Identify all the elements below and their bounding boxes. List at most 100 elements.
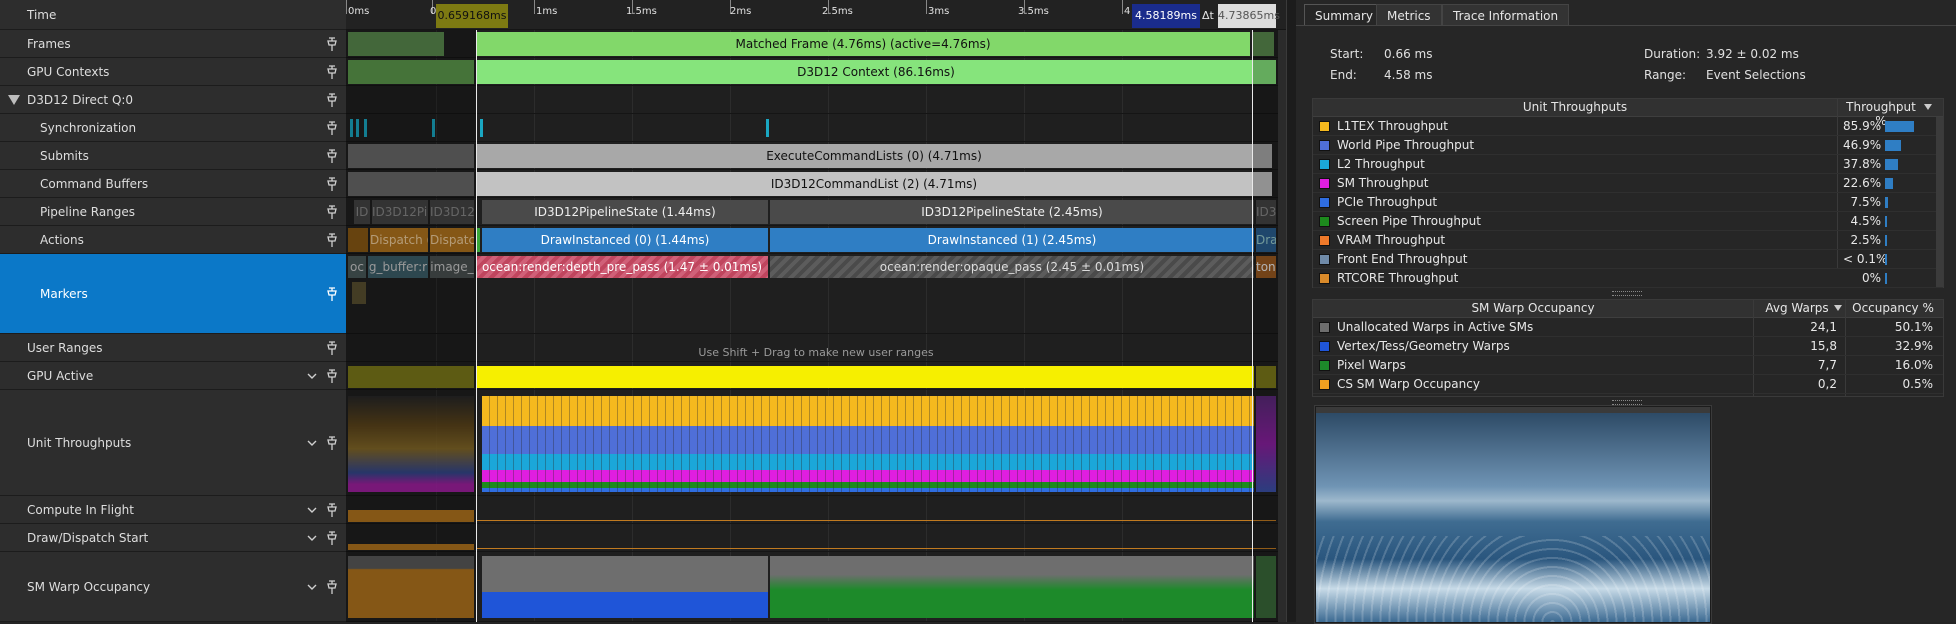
table-row[interactable]: L2 Throughput 37.8%: [1313, 155, 1943, 174]
depth-pre-pass-marker[interactable]: ocean:render:depth_pre_pass (1.47 ± 0.01…: [476, 256, 768, 278]
track-unit-throughputs[interactable]: Unit Throughputs: [0, 390, 346, 496]
d3d12-context-bar[interactable]: D3D12 Context (86.16ms): [476, 60, 1276, 84]
chevron-down-icon[interactable]: [306, 370, 318, 382]
table-row[interactable]: RTCORE Throughput 0%: [1313, 269, 1943, 288]
table-row[interactable]: Front End Throughput < 0.1%: [1313, 250, 1943, 269]
gpu-active-row: [346, 362, 1286, 390]
unit-name: World Pipe Throughput: [1337, 138, 1475, 152]
column-header-unit[interactable]: Unit Throughputs: [1313, 100, 1837, 114]
sort-down-icon[interactable]: [1923, 103, 1933, 111]
table-header: SM Warp Occupancy Avg Warps Occupancy %: [1313, 300, 1943, 318]
table-scrollbar[interactable]: [1936, 117, 1943, 287]
track-submits[interactable]: Submits: [0, 142, 346, 170]
pin-icon[interactable]: [326, 177, 338, 191]
pipeline-state-bar-1[interactable]: ID3D12PipelineState (1.44ms): [482, 200, 768, 224]
unit-throughputs-graph: [346, 390, 1286, 496]
unit-name: Screen Pipe Throughput: [1337, 214, 1481, 228]
track-gpu-contexts[interactable]: GPU Contexts: [0, 58, 346, 86]
pipeline-state-bar-2[interactable]: ID3D12PipelineState (2.45ms): [770, 200, 1254, 224]
pin-icon[interactable]: [326, 37, 338, 51]
pin-icon[interactable]: [326, 341, 338, 355]
throughput-value: 22.6%: [1843, 176, 1882, 190]
execute-command-lists-bar[interactable]: ExecuteCommandLists (0) (4.71ms): [476, 144, 1272, 168]
color-swatch: [1319, 235, 1330, 246]
track-actions[interactable]: Actions: [0, 226, 346, 254]
pin-icon[interactable]: [326, 149, 338, 163]
chevron-down-icon[interactable]: [306, 532, 318, 544]
warp-area-depth: [482, 556, 768, 618]
tick-label: 4: [1124, 6, 1131, 17]
selection-end-marker[interactable]: 4.58189ms: [1132, 4, 1200, 28]
tab-trace-information[interactable]: Trace Information: [1442, 4, 1570, 26]
command-list-bar[interactable]: ID3D12CommandList (2) (4.71ms): [476, 172, 1272, 196]
sort-down-icon[interactable]: [1833, 304, 1843, 312]
track-command-buffers[interactable]: Command Buffers: [0, 170, 346, 198]
track-d3d12-queue[interactable]: D3D12 Direct Q:0: [0, 86, 346, 114]
pin-icon[interactable]: [326, 369, 338, 383]
throughput-bar: [1885, 121, 1915, 132]
pin-icon[interactable]: [326, 233, 338, 247]
sync-event[interactable]: [766, 119, 769, 137]
color-swatch: [1319, 254, 1330, 265]
track-markers[interactable]: Markers: [0, 254, 346, 334]
chevron-down-icon[interactable]: [306, 581, 318, 593]
draw-instanced-bar-1[interactable]: DrawInstanced (0) (1.44ms): [482, 228, 768, 252]
user-ranges-row[interactable]: Use Shift + Drag to make new user ranges: [346, 334, 1286, 362]
track-draw-dispatch-start[interactable]: Draw/Dispatch Start: [0, 524, 346, 552]
pin-icon[interactable]: [326, 580, 338, 594]
track-pipeline-ranges[interactable]: Pipeline Ranges: [0, 198, 346, 226]
resize-handle[interactable]: [1612, 291, 1642, 296]
pin-icon[interactable]: [326, 436, 338, 450]
track-compute-in-flight[interactable]: Compute In Flight: [0, 496, 346, 524]
matched-frame-bar[interactable]: Matched Frame (4.76ms) (active=4.76ms): [476, 32, 1250, 56]
tick-label: 2.5ms: [822, 6, 853, 17]
tick-label: 1.5ms: [626, 6, 657, 17]
selection-start-line[interactable]: [476, 30, 477, 622]
draw-instanced-bar-2[interactable]: DrawInstanced (1) (2.45ms): [770, 228, 1254, 252]
timeline-view[interactable]: 0ms 0 1ms 1.5ms 2ms 2.5ms 3ms 3.5ms 4 0.…: [346, 0, 1286, 622]
track-synchronization[interactable]: Synchronization: [0, 114, 346, 142]
table-row[interactable]: Unallocated Warps in Active SMs 24,1 50.1%: [1313, 318, 1943, 337]
table-row[interactable]: World Pipe Throughput 46.9%: [1313, 136, 1943, 155]
unit-name: VRAM Throughput: [1337, 233, 1446, 247]
pin-icon[interactable]: [326, 121, 338, 135]
table-row[interactable]: Vertex/Tess/Geometry Warps 15,8 32.9%: [1313, 337, 1943, 356]
table-row[interactable]: VRAM Throughput 2.5%: [1313, 231, 1943, 250]
selection-start-marker[interactable]: 0.659168ms: [436, 4, 508, 28]
sync-event[interactable]: [480, 119, 483, 137]
pin-icon[interactable]: [326, 531, 338, 545]
tab-metrics[interactable]: Metrics: [1376, 4, 1442, 26]
chevron-down-icon[interactable]: [306, 504, 318, 516]
tab-summary[interactable]: Summary: [1304, 4, 1384, 26]
range-label: Range:: [1644, 68, 1687, 82]
pin-icon[interactable]: [326, 93, 338, 107]
pin-icon[interactable]: [326, 503, 338, 517]
pin-icon[interactable]: [326, 287, 338, 301]
table-row[interactable]: L1TEX Throughput 85.9%: [1313, 117, 1943, 136]
table-row[interactable]: Screen Pipe Throughput 4.5%: [1313, 212, 1943, 231]
pin-icon[interactable]: [326, 65, 338, 79]
table-row[interactable]: CS SM Warp Occupancy 0,2 0.5%: [1313, 375, 1943, 394]
column-header-occupancy[interactable]: Occupancy %: [1847, 301, 1939, 315]
vertical-scrollbar[interactable]: [1278, 30, 1286, 622]
color-swatch: [1319, 178, 1330, 189]
track-sm-warp-occupancy[interactable]: SM Warp Occupancy: [0, 552, 346, 622]
track-gpu-active[interactable]: GPU Active: [0, 362, 346, 390]
delta-label: Δt: [1202, 9, 1214, 22]
column-header-avg-warps[interactable]: Avg Warps: [1757, 301, 1837, 315]
time-ruler[interactable]: 0ms 0 1ms 1.5ms 2ms 2.5ms 3ms 3.5ms 4 0.…: [346, 0, 1286, 30]
dispatch-baseline: [476, 548, 1276, 549]
collapse-triangle-icon[interactable]: [8, 94, 20, 106]
table-row[interactable]: SM Throughput 22.6%: [1313, 174, 1943, 193]
pin-icon[interactable]: [326, 205, 338, 219]
column-header-warp[interactable]: SM Warp Occupancy: [1313, 301, 1753, 315]
track-user-ranges[interactable]: User Ranges: [0, 334, 346, 362]
opaque-pass-marker[interactable]: ocean:render:opaque_pass (2.45 ± 0.01ms): [770, 256, 1254, 278]
chevron-down-icon[interactable]: [306, 437, 318, 449]
track-frames[interactable]: Frames: [0, 30, 346, 58]
table-row[interactable]: Pixel Warps 7,7 16.0%: [1313, 356, 1943, 375]
table-row[interactable]: PCIe Throughput 7.5%: [1313, 193, 1943, 212]
queue-row: [346, 86, 1286, 114]
track-label: D3D12 Direct Q:0: [27, 92, 134, 107]
frame-screenshot[interactable]: [1314, 405, 1712, 624]
